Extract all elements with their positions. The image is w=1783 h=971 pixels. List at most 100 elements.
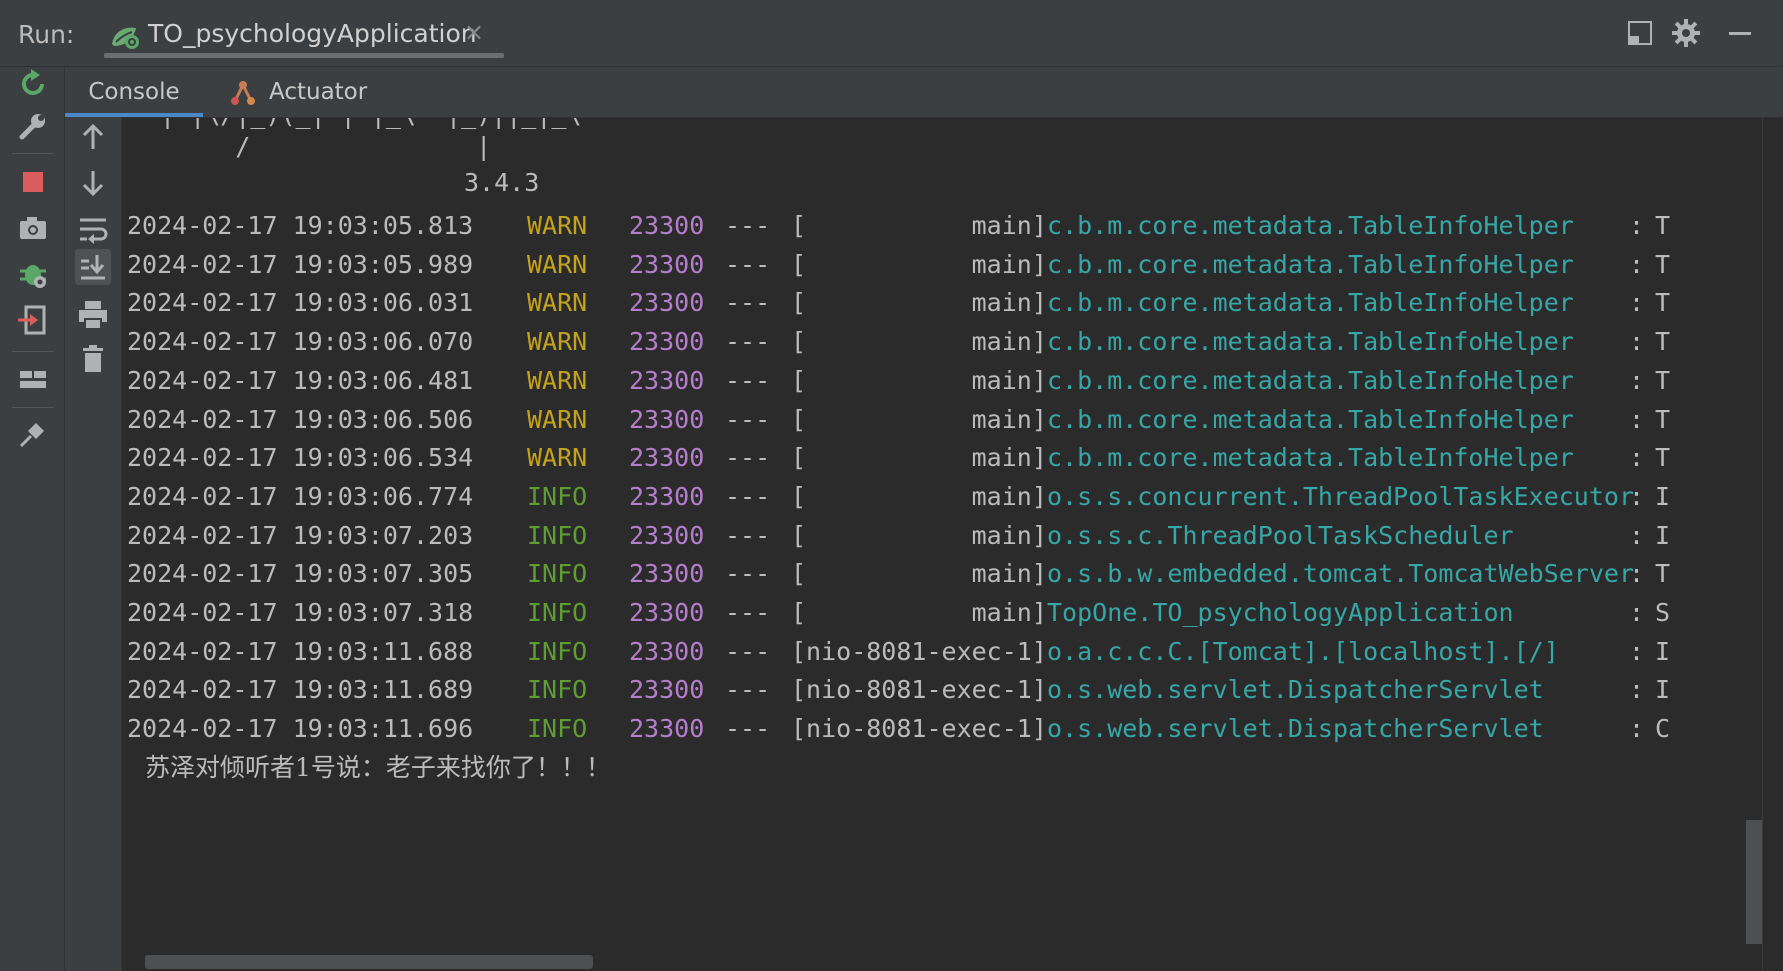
log-thread: [ main] <box>791 443 1047 473</box>
log-logger[interactable]: o.s.b.w.embedded.tomcat.TomcatWebServer <box>1047 554 1634 594</box>
spring-boot-app-icon <box>112 27 139 49</box>
tab-underline <box>104 53 504 58</box>
log-separator: --- <box>725 249 771 279</box>
log-line: 2024-02-17 19:03:06.031 WARN 23300 --- [ mai… <box>127 283 1762 323</box>
log-colon: : <box>1629 520 1645 550</box>
log-pid: 23300 <box>629 404 705 434</box>
trash-icon[interactable] <box>75 341 111 377</box>
log-colon: : <box>1629 598 1645 627</box>
log-thread: [ main] <box>791 404 1047 434</box>
log-thread: [nio-8081-exec-1] <box>791 675 1047 705</box>
log-separator: --- <box>725 675 771 705</box>
run-config-tab[interactable]: TO_psychologyApplication × <box>104 14 504 58</box>
log-pid: 23300 <box>629 598 705 627</box>
log-pid: 23300 <box>629 520 705 550</box>
log-colon: : <box>1629 249 1645 279</box>
log-level: WARN <box>527 443 588 473</box>
gear-icon[interactable] <box>1669 16 1703 50</box>
exit-icon[interactable] <box>16 303 50 337</box>
log-colon: : <box>1629 211 1645 240</box>
wrench-icon[interactable] <box>16 109 50 143</box>
tab-console-label: Console <box>88 79 180 105</box>
log-separator: --- <box>725 598 771 627</box>
log-pid: 23300 <box>629 481 705 511</box>
log-line: 2024-02-17 19:03:06.070 WARN 23300 --- [ mai… <box>127 322 1762 362</box>
actuator-icon <box>231 81 255 105</box>
program-output-line: 苏泽对倾听者1号说：老子来找你了！！！ <box>145 753 611 782</box>
arrow-up-icon[interactable] <box>75 119 111 155</box>
log-message: I <box>1655 636 1671 666</box>
vertical-scroll-thumb[interactable] <box>1746 820 1762 944</box>
log-level: INFO <box>527 481 588 511</box>
log-logger[interactable]: c.b.m.core.metadata.TableInfoHelper <box>1047 438 1574 478</box>
close-tab-icon[interactable]: × <box>464 18 484 46</box>
log-pid: 23300 <box>629 675 705 705</box>
log-logger[interactable]: c.b.m.core.metadata.TableInfoHelper <box>1047 245 1574 285</box>
log-timestamp: 2024-02-17 19:03:07.305 <box>127 559 474 589</box>
log-logger[interactable]: o.a.c.c.C.[Tomcat].[localhost].[/] <box>1047 632 1559 672</box>
log-timestamp: 2024-02-17 19:03:06.031 <box>127 288 474 318</box>
soft-wrap-icon[interactable] <box>75 211 111 247</box>
log-message: I <box>1655 481 1671 511</box>
layout-icon[interactable] <box>1623 16 1657 50</box>
tab-actuator[interactable]: Actuator <box>225 67 367 117</box>
pin-icon[interactable] <box>16 417 50 451</box>
arrow-down-icon[interactable] <box>75 165 111 201</box>
log-level: WARN <box>527 211 588 240</box>
log-timestamp: 2024-02-17 19:03:05.989 <box>127 249 474 279</box>
log-colon: : <box>1629 559 1645 589</box>
print-icon[interactable] <box>75 297 111 333</box>
run-left-toolbar <box>0 67 65 971</box>
rerun-icon[interactable] <box>16 67 50 101</box>
console-tabs: Console Actuator <box>65 67 1783 118</box>
log-thread: [ main] <box>791 481 1047 511</box>
log-logger[interactable]: o.s.s.concurrent.ThreadPoolTaskExecutor <box>1047 477 1634 517</box>
log-pid: 23300 <box>629 211 705 240</box>
log-thread: [ main] <box>791 559 1047 589</box>
log-logger[interactable]: c.b.m.core.metadata.TableInfoHelper <box>1047 283 1574 323</box>
log-colon: : <box>1629 675 1645 705</box>
log-colon: : <box>1629 288 1645 318</box>
log-level: WARN <box>527 327 588 357</box>
log-separator: --- <box>725 636 771 666</box>
console-output[interactable]: | |\/|_)(_| | |_\ |_)||_|_\ / | 3.4.3 20… <box>122 118 1762 971</box>
log-message: T <box>1655 443 1671 473</box>
log-level: INFO <box>527 675 588 705</box>
camera-icon[interactable] <box>16 211 50 245</box>
log-line: 2024-02-17 19:03:11.688 INFO 23300 --- [nio-… <box>127 632 1762 672</box>
log-line: 2024-02-17 19:03:05.989 WARN 23300 --- [ mai… <box>127 245 1762 285</box>
layout-icon[interactable] <box>16 362 50 396</box>
log-line: 2024-02-17 19:03:07.318 INFO 23300 --- [ mai… <box>127 593 1762 633</box>
log-colon: : <box>1629 636 1645 666</box>
log-timestamp: 2024-02-17 19:03:11.696 <box>127 714 474 744</box>
tab-console[interactable]: Console <box>65 67 203 117</box>
log-separator: --- <box>725 520 771 550</box>
log-logger[interactable]: c.b.m.core.metadata.TableInfoHelper <box>1047 322 1574 362</box>
log-line: 2024-02-17 19:03:07.305 INFO 23300 --- [ mai… <box>127 554 1762 594</box>
log-logger[interactable]: c.b.m.core.metadata.TableInfoHelper <box>1047 361 1574 401</box>
horizontal-scroll-thumb[interactable] <box>145 955 593 969</box>
log-separator: --- <box>725 714 771 744</box>
run-config-title: TO_psychologyApplication <box>148 19 477 48</box>
log-pid: 23300 <box>629 714 705 744</box>
log-thread: [ main] <box>791 327 1047 357</box>
log-timestamp: 2024-02-17 19:03:07.203 <box>127 520 474 550</box>
log-separator: --- <box>725 365 771 395</box>
log-timestamp: 2024-02-17 19:03:05.813 <box>127 211 474 240</box>
log-logger[interactable]: c.b.m.core.metadata.TableInfoHelper <box>1047 400 1574 440</box>
log-pid: 23300 <box>629 636 705 666</box>
debug-settings-icon[interactable] <box>16 257 50 291</box>
log-message: C <box>1655 714 1671 744</box>
log-message: T <box>1655 327 1671 357</box>
log-logger[interactable]: c.b.m.core.metadata.TableInfoHelper <box>1047 206 1574 246</box>
scroll-to-end-icon[interactable] <box>75 249 111 285</box>
log-logger[interactable]: TopOne.TO_psychologyApplication <box>1047 593 1514 633</box>
log-colon: : <box>1629 443 1645 473</box>
log-logger[interactable]: o.s.web.servlet.DispatcherServlet <box>1047 670 1544 710</box>
minimize-icon[interactable] <box>1723 16 1757 50</box>
log-logger[interactable]: o.s.s.c.ThreadPoolTaskScheduler <box>1047 516 1514 556</box>
log-logger[interactable]: o.s.web.servlet.DispatcherServlet <box>1047 709 1544 749</box>
stop-icon[interactable] <box>16 165 50 199</box>
log-level: INFO <box>527 714 588 744</box>
log-timestamp: 2024-02-17 19:03:11.689 <box>127 675 474 705</box>
